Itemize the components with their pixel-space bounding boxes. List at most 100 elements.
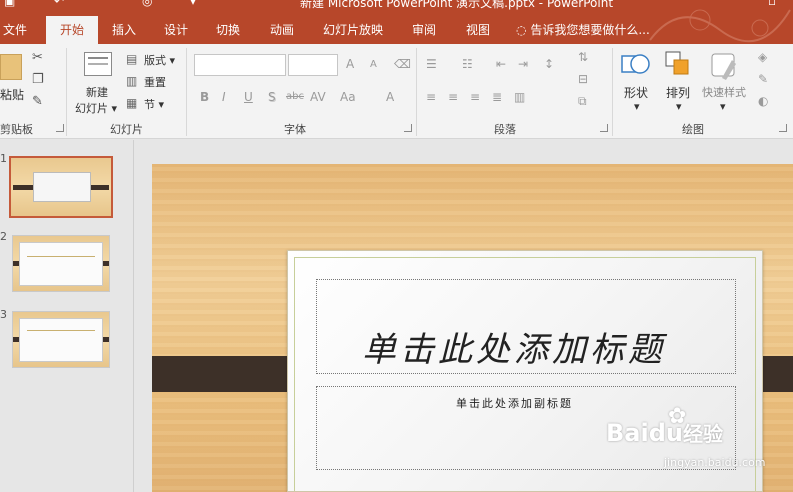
slide-thumbnail-pane: 1 2 3: [0, 140, 134, 492]
separator: [612, 48, 613, 136]
tab-home[interactable]: 开始: [46, 16, 98, 44]
character-spacing-button[interactable]: AV: [310, 90, 326, 104]
layout-icon[interactable]: ▤: [126, 52, 137, 66]
font-size-combo[interactable]: [288, 54, 338, 76]
decrease-indent-icon[interactable]: ⇤: [496, 57, 506, 71]
clear-formatting-icon[interactable]: ⌫: [394, 57, 411, 71]
tab-insert[interactable]: 插入: [104, 16, 144, 44]
watermark-url: jingyan.baidu.com: [664, 456, 766, 469]
drawing-launcher-icon[interactable]: [779, 124, 787, 132]
tab-animations[interactable]: 动画: [262, 16, 302, 44]
shapes-button[interactable]: 形状: [624, 84, 648, 101]
arrange-icon[interactable]: [664, 50, 694, 80]
quick-styles-icon[interactable]: [708, 50, 742, 82]
tab-transitions[interactable]: 切换: [208, 16, 248, 44]
new-slide-icon[interactable]: [84, 52, 112, 76]
font-name-combo[interactable]: [194, 54, 286, 76]
separator: [186, 48, 187, 136]
new-slide-label-2-text: 幻灯片: [75, 102, 108, 115]
shapes-icon[interactable]: [620, 50, 652, 80]
align-left-icon[interactable]: ≡: [426, 90, 436, 104]
separator: [416, 48, 417, 136]
separator: [66, 48, 67, 136]
baidu-paw-icon: ✿: [668, 404, 687, 429]
paste-icon[interactable]: [0, 54, 22, 80]
slide-thumbnail-3[interactable]: [12, 311, 110, 368]
cut-icon[interactable]: ✂: [32, 50, 43, 65]
bold-button[interactable]: B: [200, 90, 209, 104]
tab-review[interactable]: 审阅: [404, 16, 444, 44]
tell-me-placeholder: 告诉我您想要做什么...: [530, 23, 650, 37]
slide-thumbnail-1[interactable]: [9, 156, 113, 218]
tab-file[interactable]: 文件: [0, 16, 30, 44]
change-case-button[interactable]: Aa: [340, 90, 356, 104]
group-label-font: 字体: [284, 123, 306, 136]
grow-font-icon[interactable]: A: [346, 57, 354, 71]
new-slide-label-1[interactable]: 新建: [86, 84, 108, 100]
shape-effects-icon[interactable]: ◐: [758, 94, 768, 108]
arrange-dropdown-icon[interactable]: ▾: [676, 100, 682, 113]
underline-button[interactable]: U: [244, 90, 253, 104]
bullets-icon[interactable]: ☰: [426, 57, 437, 71]
shadow-button[interactable]: S: [268, 90, 276, 104]
slide-strap-left: [152, 356, 300, 392]
arrange-button[interactable]: 排列: [666, 84, 690, 101]
slide-thumbnail-2[interactable]: [12, 235, 110, 292]
decorative-swirl-icon: [649, 9, 791, 43]
font-color-button[interactable]: A: [386, 90, 394, 104]
align-text-icon[interactable]: ⊟: [578, 72, 588, 86]
group-label-paragraph: 段落: [494, 123, 516, 136]
copy-icon[interactable]: ❐: [32, 72, 44, 87]
section-label: 节: [144, 98, 155, 111]
subtitle-placeholder[interactable]: 单击此处添加副标题: [456, 395, 573, 411]
group-label-drawing: 绘图: [682, 123, 704, 136]
shape-outline-icon[interactable]: ✎: [758, 72, 768, 86]
save-icon[interactable]: ▣: [4, 0, 15, 8]
ribbon-home: 粘贴 ✂ ❐ ✎ 剪贴板 新建 幻灯片 ▾ ▤ 版式 ▾ ▥ 重置 ▦ 节 ▾ …: [0, 44, 793, 139]
justify-icon[interactable]: ≣: [492, 90, 502, 104]
reset-icon[interactable]: ▥: [126, 74, 137, 88]
layout-label: 版式: [144, 54, 166, 67]
title-placeholder[interactable]: 单击此处添加标题: [362, 322, 702, 371]
lightbulb-icon: ◌: [516, 23, 527, 37]
quick-styles-dropdown-icon[interactable]: ▾: [720, 100, 726, 113]
shape-fill-icon[interactable]: ◈: [758, 50, 767, 64]
section-icon[interactable]: ▦: [126, 96, 137, 110]
reset-button[interactable]: 重置: [144, 74, 166, 90]
section-button[interactable]: 节 ▾: [144, 96, 164, 112]
paragraph-launcher-icon[interactable]: [600, 124, 608, 132]
font-launcher-icon[interactable]: [404, 124, 412, 132]
watermark-brand: Baidu经验: [606, 418, 723, 447]
format-painter-icon[interactable]: ✎: [32, 94, 43, 109]
tab-design[interactable]: 设计: [156, 16, 196, 44]
clipboard-launcher-icon[interactable]: [56, 124, 64, 132]
line-spacing-icon[interactable]: ↕: [544, 57, 554, 71]
shrink-font-icon[interactable]: A: [370, 59, 377, 70]
strikethrough-button[interactable]: abc: [286, 91, 304, 102]
ribbon-tab-bar: 文件 开始 插入 设计 切换 动画 幻灯片放映 审阅 视图 ◌ 告诉我您想要做什…: [0, 9, 793, 44]
thumbnail-number: 2: [0, 230, 7, 243]
customize-qat-icon[interactable]: ▾: [190, 0, 196, 8]
group-label-slides: 幻灯片: [110, 123, 143, 136]
tab-view[interactable]: 视图: [458, 16, 498, 44]
numbering-icon[interactable]: ☷: [462, 57, 473, 71]
thumbnail-number: 1: [0, 152, 7, 165]
italic-button[interactable]: I: [222, 90, 226, 104]
window-title: 新建 Microsoft PowerPoint 演示文稿.pptx - Powe…: [300, 0, 614, 10]
convert-smartart-icon[interactable]: ⧉: [578, 94, 587, 109]
layout-button[interactable]: 版式 ▾: [144, 52, 175, 68]
increase-indent-icon[interactable]: ⇥: [518, 57, 528, 71]
align-center-icon[interactable]: ≡: [448, 90, 458, 104]
quick-styles-button[interactable]: 快速样式: [702, 84, 746, 100]
start-from-beginning-icon[interactable]: ◎: [142, 0, 152, 8]
group-label-clipboard: 剪贴板: [0, 123, 33, 136]
watermark-brand-suffix: 经验: [682, 422, 723, 446]
paste-button[interactable]: 粘贴: [0, 86, 24, 103]
tab-slideshow[interactable]: 幻灯片放映: [318, 16, 388, 44]
text-direction-icon[interactable]: ⇅: [578, 50, 588, 64]
new-slide-label-2[interactable]: 幻灯片 ▾: [75, 100, 117, 116]
shapes-dropdown-icon[interactable]: ▾: [634, 100, 640, 113]
align-right-icon[interactable]: ≡: [470, 90, 480, 104]
columns-icon[interactable]: ▥: [514, 90, 525, 104]
undo-icon[interactable]: ↶: [54, 0, 64, 8]
